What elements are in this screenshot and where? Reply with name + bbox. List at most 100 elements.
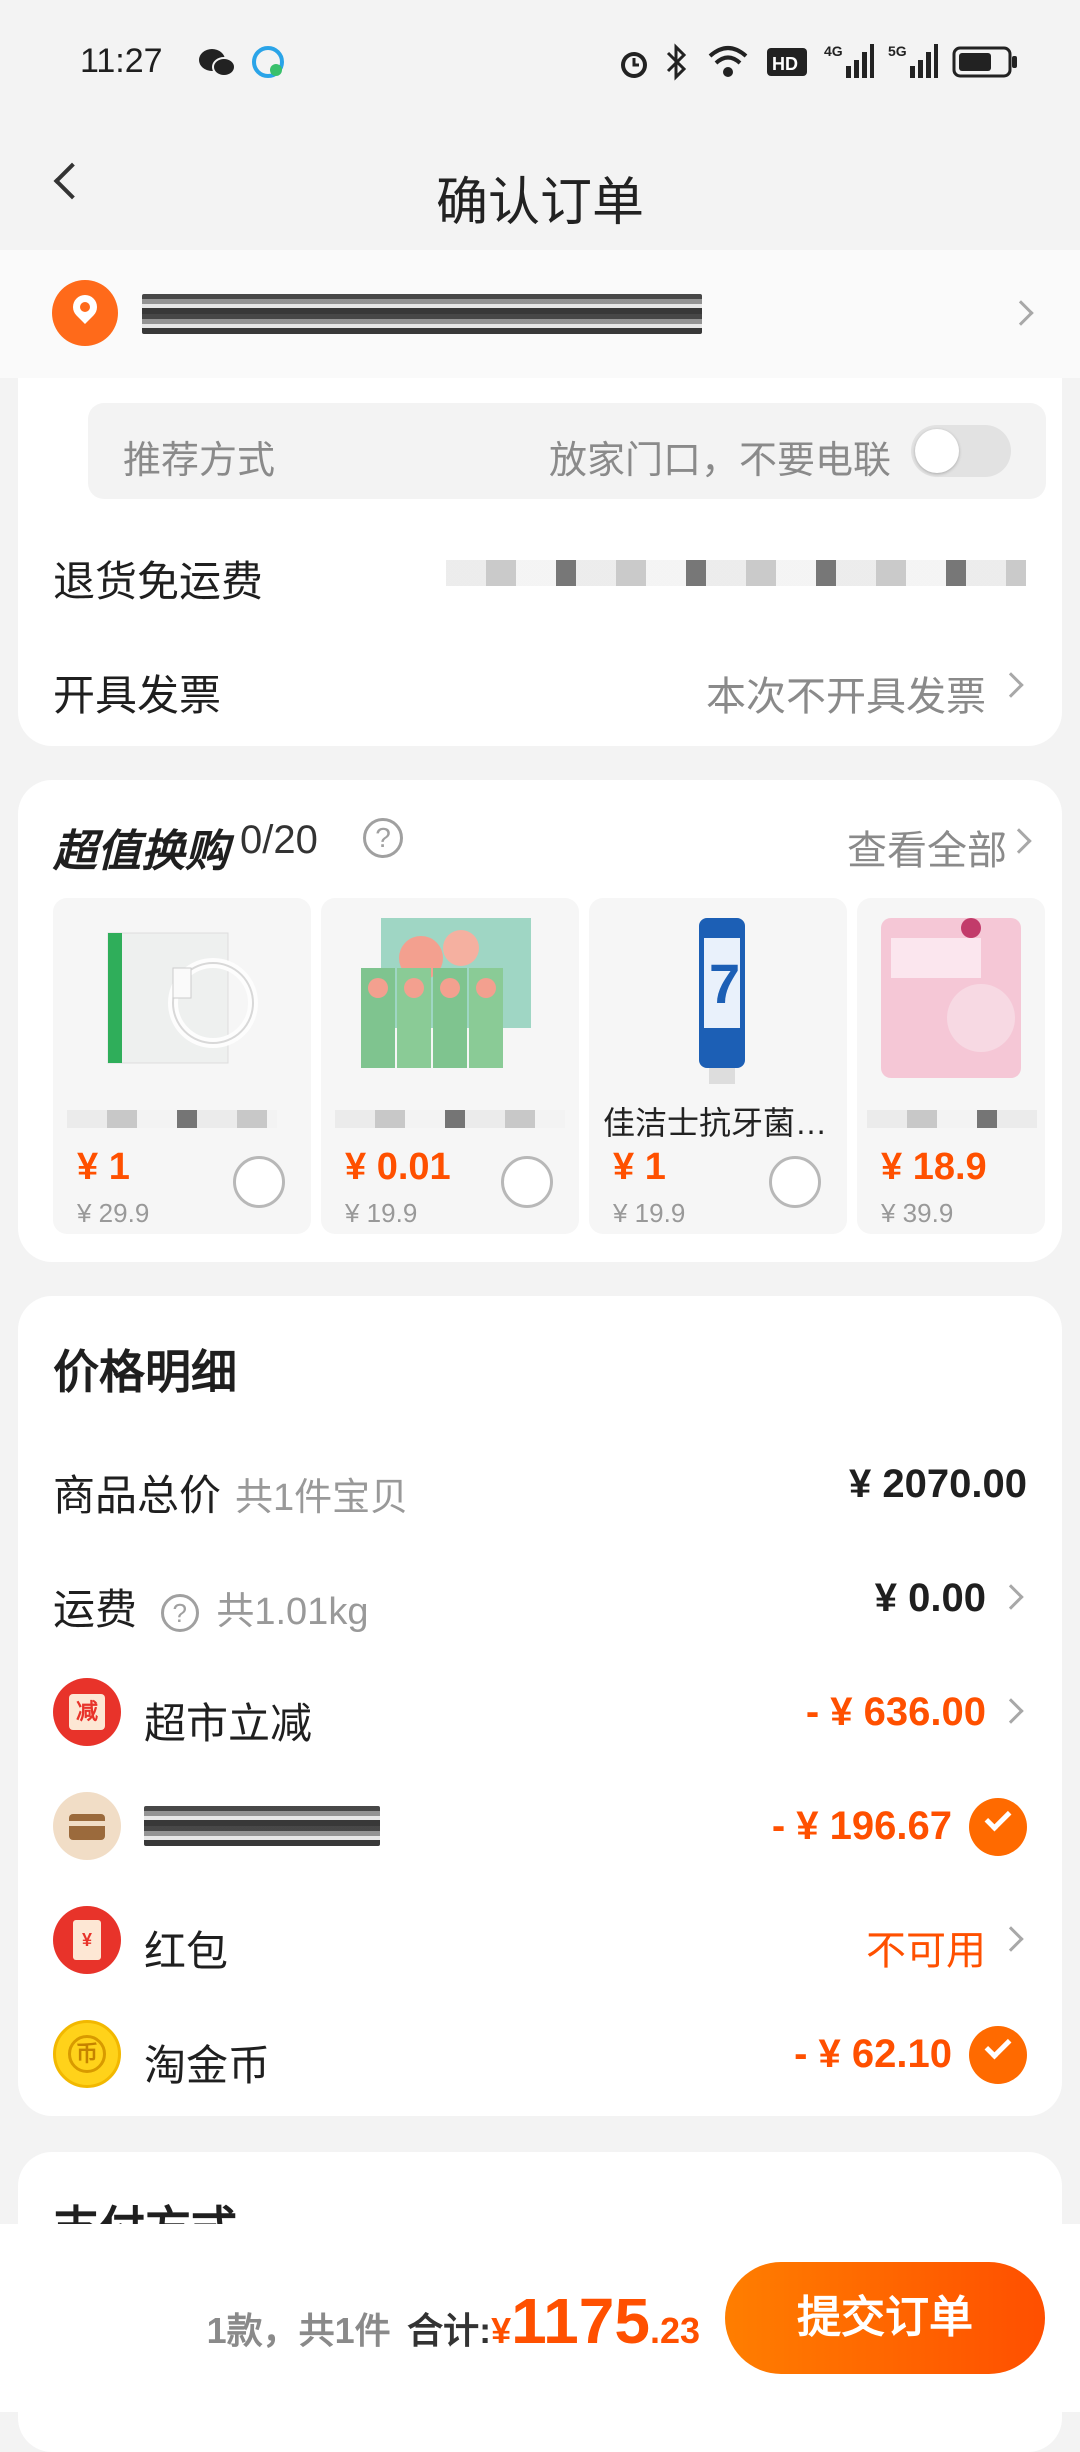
card-discount-amount: - ¥ 196.67 xyxy=(771,1804,952,1848)
bluetooth-icon xyxy=(666,43,687,81)
svg-text:4G: 4G xyxy=(824,43,843,59)
pref-value: 放家门口，不要电联 xyxy=(548,440,891,482)
gold-coin-icon: 币 xyxy=(53,2020,121,2088)
total-currency: ¥ xyxy=(491,2310,512,2351)
alarm-icon xyxy=(621,52,647,78)
shipping-label: 运费 xyxy=(53,1586,138,1633)
deal-price: ¥ 1 xyxy=(77,1146,130,1188)
nav-bar: 确认订单 xyxy=(0,120,1080,250)
deal-name: 佳洁士抗牙菌… xyxy=(603,1105,828,1141)
deals-count: 0/20 xyxy=(240,818,318,862)
page-title: 确认订单 xyxy=(435,174,644,232)
shipping-row[interactable]: 运费 ? 共1.01kg ¥ 0.00 xyxy=(18,1558,1062,1638)
svg-text:7: 7 xyxy=(709,952,740,1015)
discount-icon: 减 xyxy=(53,1678,121,1746)
chevron-right-icon xyxy=(998,1698,1024,1724)
delivery-card: 推荐方式 放家门口，不要电联 退货免运费 开具发票 本次不开具发票 xyxy=(18,378,1062,746)
select-radio[interactable] xyxy=(233,1156,285,1208)
view-all-link[interactable]: 查看全部 xyxy=(847,818,1007,876)
checked-icon[interactable] xyxy=(969,2026,1027,2084)
help-icon[interactable]: ? xyxy=(363,818,403,858)
delivery-preference[interactable]: 推荐方式 放家门口，不要电联 xyxy=(88,403,1046,499)
goods-total-sub: 共1件宝贝 xyxy=(235,1477,409,1519)
total-label: 合计: xyxy=(407,2310,492,2351)
redacted-card-name xyxy=(144,1806,380,1846)
discount-label: 超市立减 xyxy=(144,1700,313,1747)
redpack-row[interactable]: ¥ 红包 不可用 xyxy=(18,1900,1062,1980)
deal-item[interactable]: 7 佳洁士抗牙菌… ¥ 1 ¥ 19.9 xyxy=(589,898,847,1234)
total-integer: 1175 xyxy=(511,2285,650,2357)
deal-original-price: ¥ 29.9 xyxy=(77,1198,150,1228)
address-row[interactable] xyxy=(0,250,1080,378)
invoice-value: 本次不开具发票 xyxy=(706,675,986,719)
product-image xyxy=(107,932,258,1064)
redacted-name xyxy=(335,1110,565,1128)
shipping-amount: ¥ 0.00 xyxy=(874,1576,986,1620)
exchange-deals-card: 超值换购 0/20 ? 查看全部 ¥ 1 ¥ 29.9 ¥ 0.01 ¥ 19.… xyxy=(18,780,1062,1262)
chevron-right-icon xyxy=(998,1584,1024,1610)
redpack-value: 不可用 xyxy=(866,1929,986,1973)
svg-text:HD: HD xyxy=(772,54,798,74)
deal-original-price: ¥ 39.9 xyxy=(881,1198,954,1228)
svg-text:5G: 5G xyxy=(888,43,907,59)
redacted-return-info xyxy=(446,560,1026,586)
price-detail-title: 价格明细 xyxy=(53,1346,237,1398)
goods-total-amount: ¥ 2070.00 xyxy=(849,1462,1027,1506)
chevron-right-icon xyxy=(1006,828,1032,854)
deal-item[interactable]: ¥ 1 ¥ 29.9 xyxy=(53,898,311,1234)
submit-order-button[interactable]: 提交订单 xyxy=(725,2262,1045,2374)
goods-total-row: 商品总价 共1件宝贝 ¥ 2070.00 xyxy=(18,1444,1062,1524)
redpack-label: 红包 xyxy=(144,1928,229,1975)
pref-label: 推荐方式 xyxy=(123,440,276,482)
location-pin-icon xyxy=(52,280,118,346)
wechat-icon xyxy=(199,49,236,77)
select-radio[interactable] xyxy=(501,1156,553,1208)
return-shipping-label: 退货免运费 xyxy=(53,558,264,605)
invoice-row[interactable]: 开具发票 本次不开具发票 xyxy=(18,646,1062,726)
shipping-sub: 共1.01kg xyxy=(216,1591,369,1633)
deal-item[interactable]: ¥ 18.9 ¥ 39.9 xyxy=(857,898,1045,1234)
status-bar: 11:27 HD 4G 5G xyxy=(0,0,1080,120)
taojinbi-amount: - ¥ 62.10 xyxy=(794,2032,952,2076)
deal-original-price: ¥ 19.9 xyxy=(613,1198,686,1228)
pref-toggle[interactable] xyxy=(911,425,1011,477)
taojinbi-row[interactable]: 币 淘金币 - ¥ 62.10 xyxy=(18,2014,1062,2094)
battery-icon xyxy=(952,46,1017,78)
discount-amount: - ¥ 636.00 xyxy=(805,1690,986,1734)
message-icon xyxy=(252,46,284,78)
deal-price: ¥ 18.9 xyxy=(881,1146,987,1188)
deals-title: 超值换购 xyxy=(53,827,229,876)
red-envelope-icon: ¥ xyxy=(53,1906,121,1974)
deal-item[interactable]: ¥ 0.01 ¥ 19.9 xyxy=(321,898,579,1234)
help-icon[interactable]: ? xyxy=(160,1594,199,1632)
item-count: 1款，共1件 xyxy=(206,2310,391,2351)
chevron-right-icon xyxy=(1008,300,1034,326)
deal-price: ¥ 0.01 xyxy=(345,1146,451,1188)
redacted-address xyxy=(142,294,702,334)
goods-total-label: 商品总价 xyxy=(53,1472,222,1519)
checked-icon[interactable] xyxy=(969,1798,1027,1856)
product-image xyxy=(881,918,1021,1078)
order-summary: 1款，共1件 合计:¥1175.23 xyxy=(207,2284,700,2358)
taojinbi-label: 淘金币 xyxy=(144,2042,271,2089)
status-time: 11:27 xyxy=(80,42,163,80)
product-image xyxy=(361,918,531,1068)
price-detail-card: 价格明细 商品总价 共1件宝贝 ¥ 2070.00 运费 ? 共1.01kg ¥ … xyxy=(18,1296,1062,2116)
redacted-name xyxy=(867,1110,1037,1128)
total-decimal: .23 xyxy=(649,2310,700,2351)
signal-5g-icon: 5G xyxy=(888,43,938,78)
supermarket-discount-row[interactable]: 减 超市立减 - ¥ 636.00 xyxy=(18,1672,1062,1752)
deal-original-price: ¥ 19.9 xyxy=(345,1198,418,1228)
signal-4g-icon: 4G xyxy=(824,43,874,78)
chevron-right-icon xyxy=(998,1926,1024,1952)
card-discount-row[interactable]: - ¥ 196.67 xyxy=(18,1786,1062,1866)
wifi-icon xyxy=(708,46,748,77)
redacted-name xyxy=(67,1110,277,1128)
bottom-bar: 1款，共1件 合计:¥1175.23 提交订单 xyxy=(0,2224,1080,2412)
hd-icon: HD xyxy=(767,48,807,76)
chevron-right-icon xyxy=(998,672,1024,698)
deal-price: ¥ 1 xyxy=(613,1146,666,1188)
select-radio[interactable] xyxy=(769,1156,821,1208)
card-icon xyxy=(53,1792,121,1860)
product-image: 7 xyxy=(699,918,745,1084)
